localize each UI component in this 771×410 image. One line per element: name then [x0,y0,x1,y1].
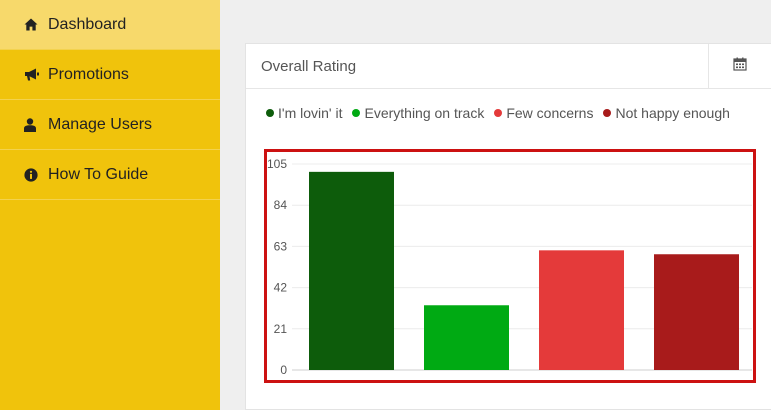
legend-label: Everything on track [364,105,485,121]
user-icon [24,117,48,132]
legend-dot [352,109,361,117]
panel-title: Overall Rating [261,58,357,75]
y-tick-label: 84 [274,198,288,212]
home-icon [24,18,48,31]
sidebar-item-manage-users[interactable]: Manage Users [0,100,220,150]
chart-legend: I'm lovin' it Everything on track Few co… [266,105,730,121]
sidebar: Dashboard Promotions Manage Users How To… [0,0,220,410]
legend-item[interactable]: Not happy enough [603,105,730,121]
legend-dot [603,109,612,117]
legend-item[interactable]: Few concerns [494,105,593,121]
overall-rating-panel: Overall Rating I'm lovin' it Everything … [245,43,771,410]
sidebar-item-label: Manage Users [48,115,153,133]
y-tick-label: 21 [274,322,288,336]
legend-label: I'm lovin' it [278,105,343,121]
legend-label: Few concerns [506,105,594,121]
y-tick-label: 0 [280,363,287,377]
info-circle-icon [24,167,48,182]
legend-dot [266,109,274,117]
sidebar-item-label: Dashboard [48,15,127,33]
bar[interactable] [309,171,394,370]
legend-dot [494,109,503,117]
sidebar-item-label: How To Guide [48,165,149,183]
bar[interactable] [424,305,509,370]
chart-highlight-frame: 0 21 42 63 84 105 [264,149,756,383]
legend-label: Not happy enough [615,105,730,121]
y-tick-label: 105 [267,157,287,171]
bar[interactable] [539,250,624,370]
calendar-icon [733,57,747,76]
y-tick-label: 42 [274,281,288,295]
sidebar-item-dashboard[interactable]: Dashboard [0,0,220,50]
y-tick-label: 63 [274,239,288,253]
sidebar-item-how-to-guide[interactable]: How To Guide [0,150,220,200]
sidebar-item-label: Promotions [48,65,129,83]
megaphone-icon [24,68,48,81]
sidebar-item-promotions[interactable]: Promotions [0,50,220,100]
calendar-button[interactable] [708,44,771,88]
bar-chart: 0 21 42 63 84 105 [267,157,752,377]
legend-item[interactable]: I'm lovin' it [266,105,342,121]
bar[interactable] [654,254,739,370]
legend-item[interactable]: Everything on track [352,105,484,121]
panel-header: Overall Rating [246,44,771,89]
